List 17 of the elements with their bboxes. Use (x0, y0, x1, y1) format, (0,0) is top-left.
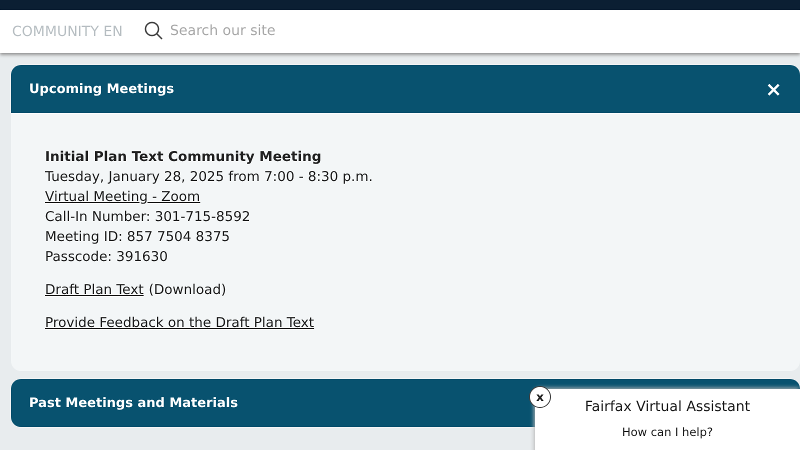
document-link[interactable]: Provide Feedback on the Draft Plan Text (45, 313, 314, 333)
meeting-date: Tuesday, January 28, 2025 from 7:00 - 8:30 p.m. (45, 168, 373, 187)
meeting-link[interactable]: Virtual Meeting - Zoom (45, 187, 200, 207)
meeting-title: Initial Plan Text Community Meeting (45, 148, 322, 167)
document-link[interactable]: Draft Plan Text (45, 280, 144, 300)
meeting-detail: Passcode: 391630 (45, 248, 168, 267)
site-title: COMMUNITY EN (12, 22, 123, 40)
close-button[interactable]: × (765, 77, 782, 101)
search-field[interactable]: Search our site (170, 23, 470, 39)
link-note: (Download) (148, 281, 226, 300)
panel-title: Upcoming Meetings (29, 82, 174, 96)
meeting-detail: Call-In Number: 301-715-8592 (45, 208, 250, 227)
accordion-header[interactable]: Upcoming Meetings × (11, 65, 800, 113)
meeting-detail: Meeting ID: 857 7504 8375 (45, 228, 230, 247)
search-icon (144, 21, 164, 41)
chat-title: Fairfax Virtual Assistant (584, 399, 750, 415)
chat-prompt: How can I help? (622, 425, 714, 439)
